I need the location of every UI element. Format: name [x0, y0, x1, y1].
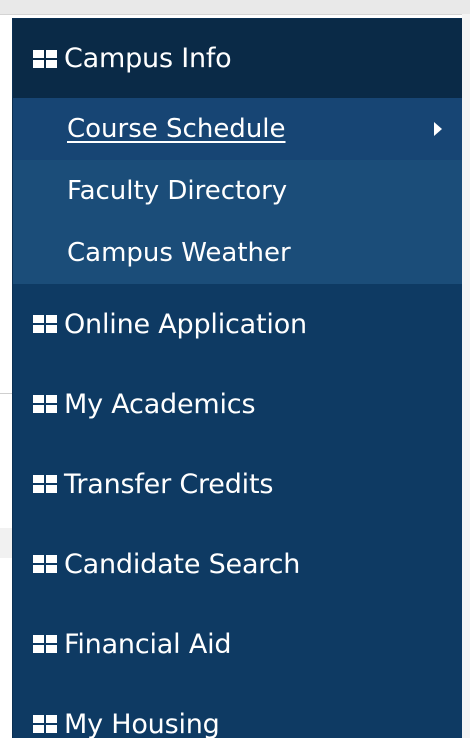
grid-icon — [33, 315, 57, 333]
menu-item-financial-aid[interactable]: Financial Aid — [13, 604, 462, 684]
grid-icon — [33, 555, 57, 573]
submenu-item-label: Course Schedule — [67, 114, 286, 144]
background-divider — [0, 393, 12, 394]
submenu-item-label: Campus Weather — [67, 238, 291, 268]
menu-item-campus-info[interactable]: Campus Info — [13, 19, 462, 98]
page: Campus Info Course Schedule Faculty Dire… — [0, 0, 470, 738]
background-right-edge — [462, 14, 470, 738]
submenu-campus-info: Course Schedule Faculty Directory Campus… — [13, 98, 462, 284]
menu-item-transfer-credits[interactable]: Transfer Credits — [13, 444, 462, 524]
submenu-item-faculty-directory[interactable]: Faculty Directory — [13, 160, 462, 222]
grid-icon — [33, 395, 57, 413]
menu-item-candidate-search[interactable]: Candidate Search — [13, 524, 462, 604]
menu-item-label: Candidate Search — [64, 548, 301, 580]
submenu-item-campus-weather[interactable]: Campus Weather — [13, 222, 462, 284]
menu-item-label: Financial Aid — [64, 628, 232, 660]
grid-icon — [33, 715, 57, 733]
menu-item-my-housing[interactable]: My Housing — [13, 684, 462, 738]
menu-item-label: Transfer Credits — [64, 468, 274, 500]
menu-item-my-academics[interactable]: My Academics — [13, 364, 462, 444]
menu-item-label: My Academics — [64, 388, 256, 420]
caret-right-icon — [434, 122, 442, 136]
dropdown-menu: Campus Info Course Schedule Faculty Dire… — [12, 18, 462, 738]
grid-icon — [33, 635, 57, 653]
submenu-item-label: Faculty Directory — [67, 176, 288, 206]
menu-item-label: Campus Info — [64, 43, 232, 74]
menu-item-label: Online Application — [64, 308, 307, 340]
background-band — [0, 528, 12, 558]
background-page-bar — [0, 0, 470, 15]
grid-icon — [33, 475, 57, 493]
grid-icon — [33, 49, 57, 68]
menu-item-label: My Housing — [64, 708, 220, 738]
menu-item-online-application[interactable]: Online Application — [13, 284, 462, 364]
submenu-item-course-schedule[interactable]: Course Schedule — [13, 98, 462, 160]
